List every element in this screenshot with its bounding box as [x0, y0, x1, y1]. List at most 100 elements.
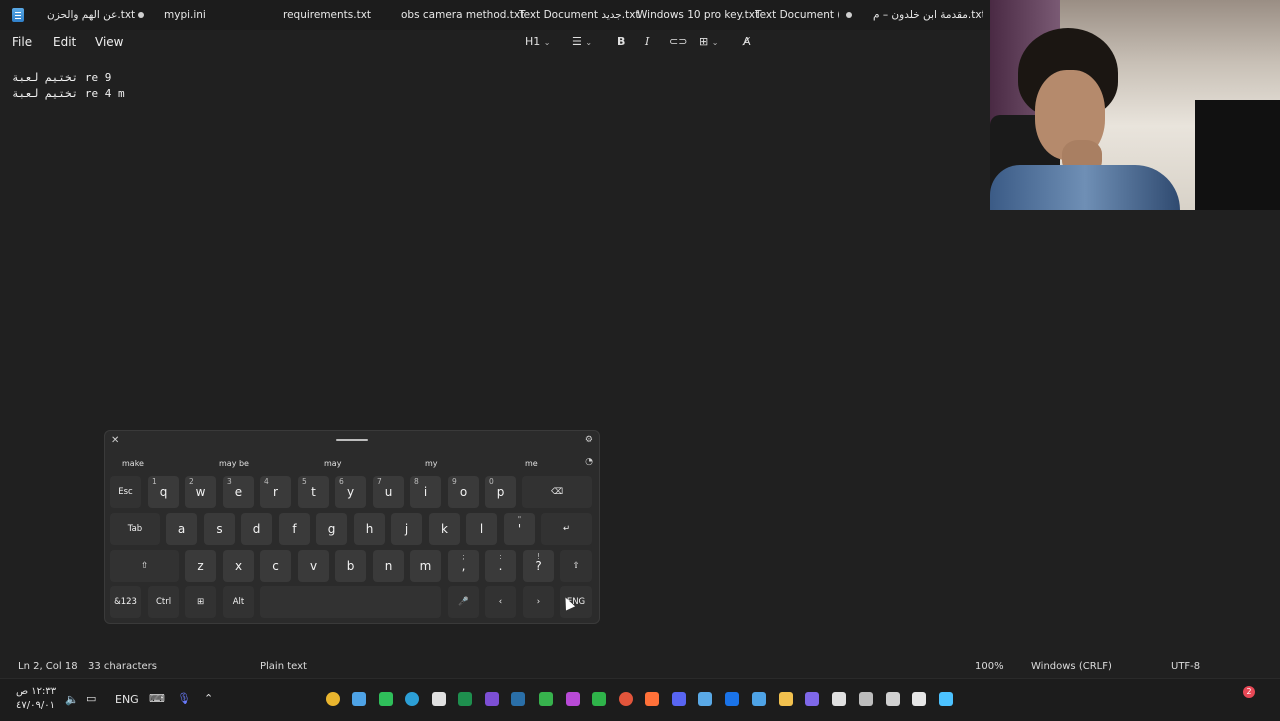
suggestion[interactable]: make — [122, 459, 144, 468]
chrome-alt-icon[interactable] — [619, 692, 633, 706]
calendar-icon[interactable] — [752, 692, 766, 706]
firefox-icon[interactable] — [645, 692, 659, 706]
key[interactable]: d — [241, 513, 272, 545]
settings-icon[interactable] — [859, 692, 873, 706]
key[interactable]: &123 — [110, 586, 141, 618]
capcut-alt-icon[interactable] — [832, 692, 846, 706]
key[interactable]: c — [260, 550, 291, 582]
copilot-icon[interactable] — [805, 692, 819, 706]
terminal-icon[interactable] — [539, 692, 553, 706]
search-icon[interactable] — [912, 692, 926, 706]
key[interactable]: ' " — [504, 513, 535, 545]
menu-file[interactable]: File — [12, 35, 32, 49]
suggestion[interactable]: may be — [219, 459, 249, 468]
network-icon[interactable]: ▭ — [86, 692, 96, 705]
key[interactable]: l — [466, 513, 497, 545]
key[interactable]: z — [185, 550, 216, 582]
explorer-icon[interactable] — [779, 692, 793, 706]
clipboard-icon[interactable]: ◔ — [585, 457, 593, 467]
tab-2[interactable]: requirements.txt — [283, 0, 371, 30]
clock-time[interactable]: ١٢:٣٣ ص — [16, 686, 56, 697]
key[interactable]: m — [410, 550, 441, 582]
editor-area[interactable]: تختيم لعبة re 9 تختيم لعبة re 4 m — [12, 70, 125, 101]
clipchamp-icon[interactable] — [566, 692, 580, 706]
key[interactable]: ‹ — [485, 586, 516, 618]
key[interactable]: 🎤 — [448, 586, 479, 618]
key[interactable]: w2 — [185, 476, 216, 508]
key[interactable]: ⇧ — [110, 550, 179, 582]
key[interactable]: f — [279, 513, 310, 545]
key[interactable]: .: — [485, 550, 516, 582]
close-icon[interactable]: ✕ — [111, 435, 119, 446]
menu-edit[interactable]: Edit — [53, 35, 76, 49]
zoom-level[interactable]: 100% — [975, 661, 1004, 672]
speaker-icon[interactable]: 🔈 — [65, 693, 79, 706]
key[interactable]: v — [298, 550, 329, 582]
key[interactable]: ,; — [448, 550, 479, 582]
key[interactable]: u7 — [373, 476, 404, 508]
italic-button[interactable]: I — [645, 34, 649, 50]
menu-view[interactable]: View — [95, 35, 123, 49]
key[interactable] — [260, 586, 441, 618]
suggestion[interactable]: may — [324, 459, 341, 468]
tab-3[interactable]: obs camera method.txt — [401, 0, 524, 30]
mic-icon[interactable]: 🎙 — [177, 692, 191, 705]
suggestion[interactable]: my — [425, 459, 438, 468]
notepad-icon[interactable] — [352, 692, 366, 706]
excel-icon[interactable] — [458, 692, 472, 706]
xbox-icon[interactable] — [592, 692, 606, 706]
tab-0[interactable]: عن الهم والحزن.txt — [47, 0, 144, 30]
key[interactable]: x — [223, 550, 254, 582]
key[interactable]: i8 — [410, 476, 441, 508]
chrome-icon[interactable] — [326, 692, 340, 706]
tab-4[interactable]: Text Document جديد.txt — [519, 0, 640, 30]
key[interactable]: b — [335, 550, 366, 582]
key[interactable]: y6 — [335, 476, 366, 508]
tab-7[interactable]: مقدمة ابن خلدون – م.txt — [873, 0, 983, 30]
link-icon[interactable]: ⊂⊃ — [669, 34, 687, 50]
heading-dropdown[interactable]: H1 ⌄ — [525, 34, 550, 50]
taskview-icon[interactable] — [886, 692, 900, 706]
language-indicator[interactable]: ENG — [115, 693, 139, 706]
key[interactable]: t5 — [298, 476, 329, 508]
key[interactable]: g — [316, 513, 347, 545]
key[interactable]: ⌫ — [522, 476, 592, 508]
keyboard-icon[interactable]: ⌨ — [149, 692, 165, 705]
key[interactable]: q1 — [148, 476, 179, 508]
bold-button[interactable]: B — [617, 34, 625, 50]
table-dropdown[interactable]: ⊞ ⌄ — [699, 34, 718, 50]
key[interactable]: ?! — [523, 550, 554, 582]
tab-1[interactable]: mypi.ini — [164, 0, 206, 30]
start-icon[interactable] — [939, 692, 953, 706]
chevron-up-icon[interactable]: ⌃ — [204, 692, 213, 705]
drag-handle[interactable] — [336, 439, 368, 441]
photos-icon[interactable] — [698, 692, 712, 706]
capcut-icon[interactable] — [432, 692, 446, 706]
gear-icon[interactable]: ⚙ — [585, 435, 593, 445]
tab-6[interactable]: Text Document (T — [755, 0, 839, 30]
outlook-icon[interactable] — [725, 692, 739, 706]
key[interactable]: p0 — [485, 476, 516, 508]
suggestion[interactable]: me — [525, 459, 538, 468]
key[interactable]: e3 — [223, 476, 254, 508]
tab-5[interactable]: Windows 10 pro key.txt — [637, 0, 759, 30]
line-ending[interactable]: Windows (CRLF) — [1031, 661, 1112, 672]
steam-icon[interactable] — [511, 692, 525, 706]
key[interactable]: s — [204, 513, 235, 545]
key[interactable]: ⇧ — [560, 550, 592, 582]
key[interactable]: r4 — [260, 476, 291, 508]
edge-icon[interactable] — [405, 692, 419, 706]
key[interactable]: Alt — [223, 586, 254, 618]
key[interactable]: o9 — [448, 476, 479, 508]
key[interactable]: k — [429, 513, 460, 545]
encoding[interactable]: UTF-8 — [1171, 661, 1200, 672]
key[interactable]: ↵ — [541, 513, 592, 545]
list-dropdown[interactable]: ☰ ⌄ — [572, 34, 592, 50]
whatsapp-icon[interactable] — [379, 692, 393, 706]
key[interactable]: ⊞ — [185, 586, 216, 618]
key[interactable]: Tab — [110, 513, 160, 545]
discord-icon[interactable] — [672, 692, 686, 706]
key[interactable]: Ctrl — [148, 586, 179, 618]
clear-format-icon[interactable]: A̸ — [743, 34, 751, 50]
obs-icon[interactable] — [485, 692, 499, 706]
